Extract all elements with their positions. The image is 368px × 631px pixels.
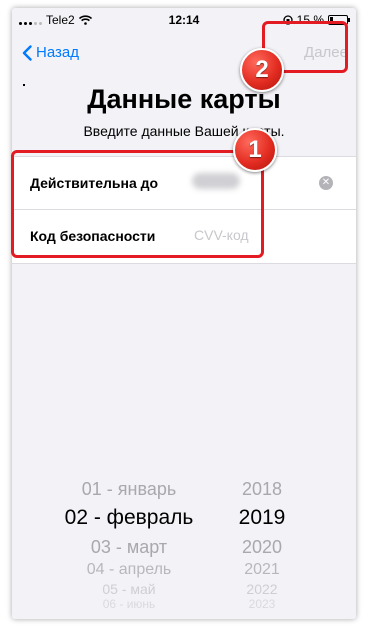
- picker-month-item[interactable]: 03 - март: [64, 537, 194, 558]
- picker-month-selected[interactable]: 02 - февраль: [64, 506, 194, 530]
- page-subtitle: Введите данные Вашей карты.: [83, 123, 285, 139]
- phone-screen: Tele2 12:14 15 % Назад Далее Данные карт…: [12, 8, 356, 619]
- annotation-badge-1: 1: [233, 128, 277, 172]
- picker-year-item[interactable]: 2018: [222, 479, 302, 500]
- picker-year-item[interactable]: 2020: [222, 537, 302, 558]
- back-button[interactable]: Назад: [22, 44, 79, 61]
- annotation-badge-2: 2: [240, 48, 284, 92]
- picker-month-item[interactable]: 06 - июнь: [64, 597, 194, 611]
- clear-icon[interactable]: ✕: [319, 176, 333, 190]
- picker-year-item[interactable]: 2023: [222, 597, 302, 611]
- picker-year-item[interactable]: 2021: [222, 561, 302, 579]
- picker-year-selected[interactable]: 2019: [222, 506, 302, 530]
- annotation-highlight-form: [11, 150, 264, 258]
- picker-month-item[interactable]: 04 - апрель: [64, 561, 194, 579]
- back-label: Назад: [36, 44, 79, 61]
- date-picker[interactable]: 01 - январь 02 - февраль 03 - март 04 - …: [12, 471, 356, 619]
- chevron-left-icon: [22, 44, 32, 61]
- page-title: Данные карты: [87, 84, 281, 114]
- picker-month-item[interactable]: 01 - январь: [64, 479, 194, 500]
- picker-month-item[interactable]: 05 - май: [64, 581, 194, 597]
- picker-year-item[interactable]: 2022: [222, 581, 302, 597]
